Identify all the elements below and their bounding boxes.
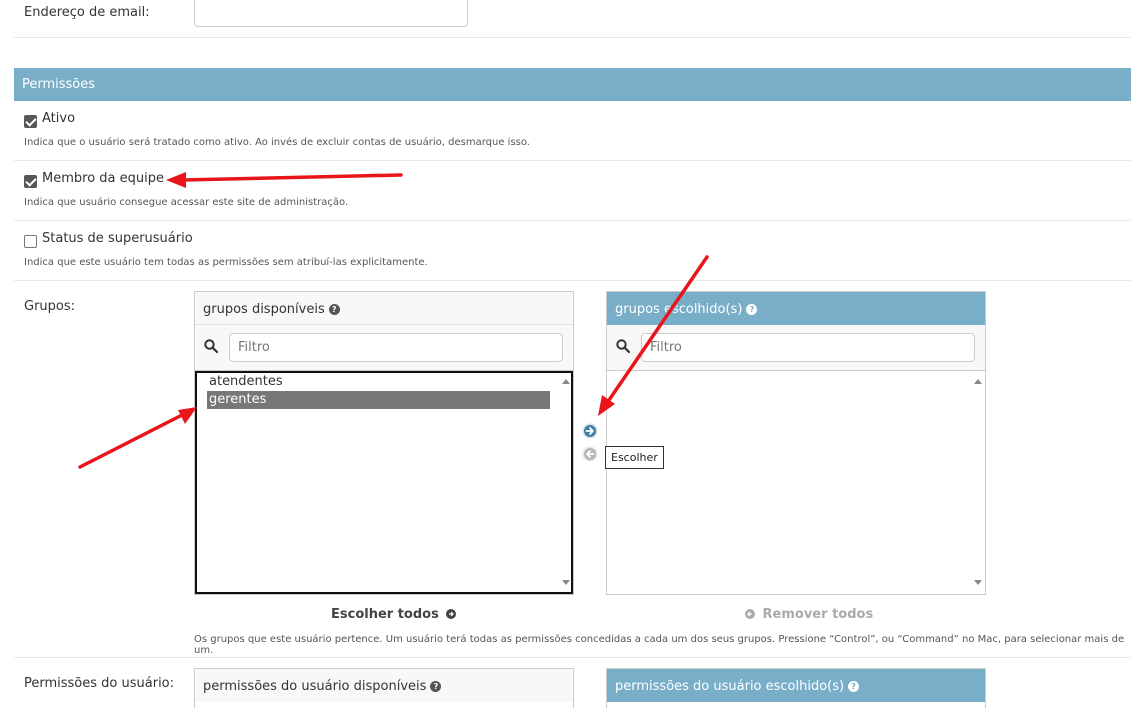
help-icon[interactable]: ? [848, 681, 860, 692]
active-help-text: Indica que o usuário será tratado como a… [24, 137, 530, 148]
user-permissions-label: Permissões do usuário: [24, 676, 175, 691]
scroll-up-icon[interactable] [973, 377, 983, 385]
superuser-help-text: Indica que este usuário tem todas as per… [24, 257, 428, 268]
search-icon [616, 339, 630, 353]
choose-all-link[interactable]: Escolher todos [331, 607, 457, 622]
active-label[interactable]: Ativo [42, 111, 75, 126]
groups-available-title: grupos disponíveis? [195, 292, 573, 325]
remove-all-link[interactable]: Remover todos [745, 607, 873, 622]
superuser-label[interactable]: Status de superusuário [42, 231, 193, 246]
fieldset-header-permissions: Permissões [14, 68, 1131, 101]
groups-available-select[interactable]: atendentes gerentes [195, 371, 573, 594]
staff-help-text: Indica que usuário consegue acessar este… [24, 197, 349, 208]
list-item[interactable]: atendentes [207, 373, 283, 391]
email-label: Endereço de email: [24, 5, 150, 20]
groups-available-filter-input[interactable]: Filtro [229, 333, 563, 362]
scroll-up-icon[interactable] [561, 377, 571, 385]
groups-chosen-filter-row: Filtro [607, 325, 985, 371]
superuser-checkbox[interactable] [24, 235, 37, 248]
help-icon[interactable]: ? [430, 681, 442, 692]
groups-available-title-text: grupos disponíveis [203, 302, 325, 317]
annotation-arrowhead [166, 172, 186, 188]
user-permissions-chosen-box: permissões do usuário escolhido(s)? [606, 668, 986, 708]
annotation-arrow [180, 173, 403, 182]
divider [14, 37, 1131, 38]
choose-all-label: Escolher todos [331, 607, 439, 622]
groups-help-text: Os grupos que este usuário pertence. Um … [194, 634, 1125, 656]
staff-checkbox[interactable] [24, 175, 37, 188]
groups-chosen-select[interactable] [607, 371, 985, 594]
user-permissions-available-title-text: permissões do usuário disponíveis [203, 679, 427, 694]
divider [14, 160, 1131, 161]
help-icon[interactable]: ? [746, 304, 758, 315]
email-input[interactable] [194, 0, 468, 27]
staff-label[interactable]: Membro da equipe [42, 171, 164, 186]
groups-chosen-title: grupos escolhido(s)? [607, 292, 985, 325]
annotation-arrow [78, 412, 186, 469]
tooltip: Escolher [605, 446, 664, 469]
active-checkbox[interactable] [24, 115, 37, 128]
scroll-down-icon[interactable] [561, 579, 571, 587]
divider [14, 220, 1131, 221]
choose-arrow-icon[interactable] [582, 423, 598, 439]
user-permissions-available-box: permissões do usuário disponíveis? [194, 668, 574, 708]
divider [14, 280, 1131, 281]
list-item-selected[interactable]: gerentes [207, 391, 550, 409]
divider [14, 657, 1131, 658]
user-permissions-chosen-title-text: permissões do usuário escolhido(s) [615, 679, 845, 694]
scroll-down-icon[interactable] [973, 579, 983, 587]
remove-all-label: Remover todos [762, 607, 874, 622]
groups-label: Grupos: [24, 299, 76, 314]
user-permissions-chosen-title: permissões do usuário escolhido(s)? [607, 669, 985, 702]
search-icon [204, 339, 218, 353]
user-permissions-available-title: permissões do usuário disponíveis? [195, 669, 573, 702]
arrow-right-circle-icon [446, 609, 457, 619]
arrow-left-circle-icon [745, 609, 755, 619]
groups-available-box: grupos disponíveis? Filtro atendentes ge… [194, 291, 574, 595]
groups-chosen-box: grupos escolhido(s)? Filtro [606, 291, 986, 595]
remove-arrow-icon[interactable] [582, 446, 598, 462]
help-icon[interactable]: ? [328, 304, 340, 315]
groups-available-filter-row: Filtro [195, 325, 573, 371]
groups-chosen-title-text: grupos escolhido(s) [615, 302, 743, 317]
groups-chosen-filter-input[interactable]: Filtro [641, 333, 975, 362]
